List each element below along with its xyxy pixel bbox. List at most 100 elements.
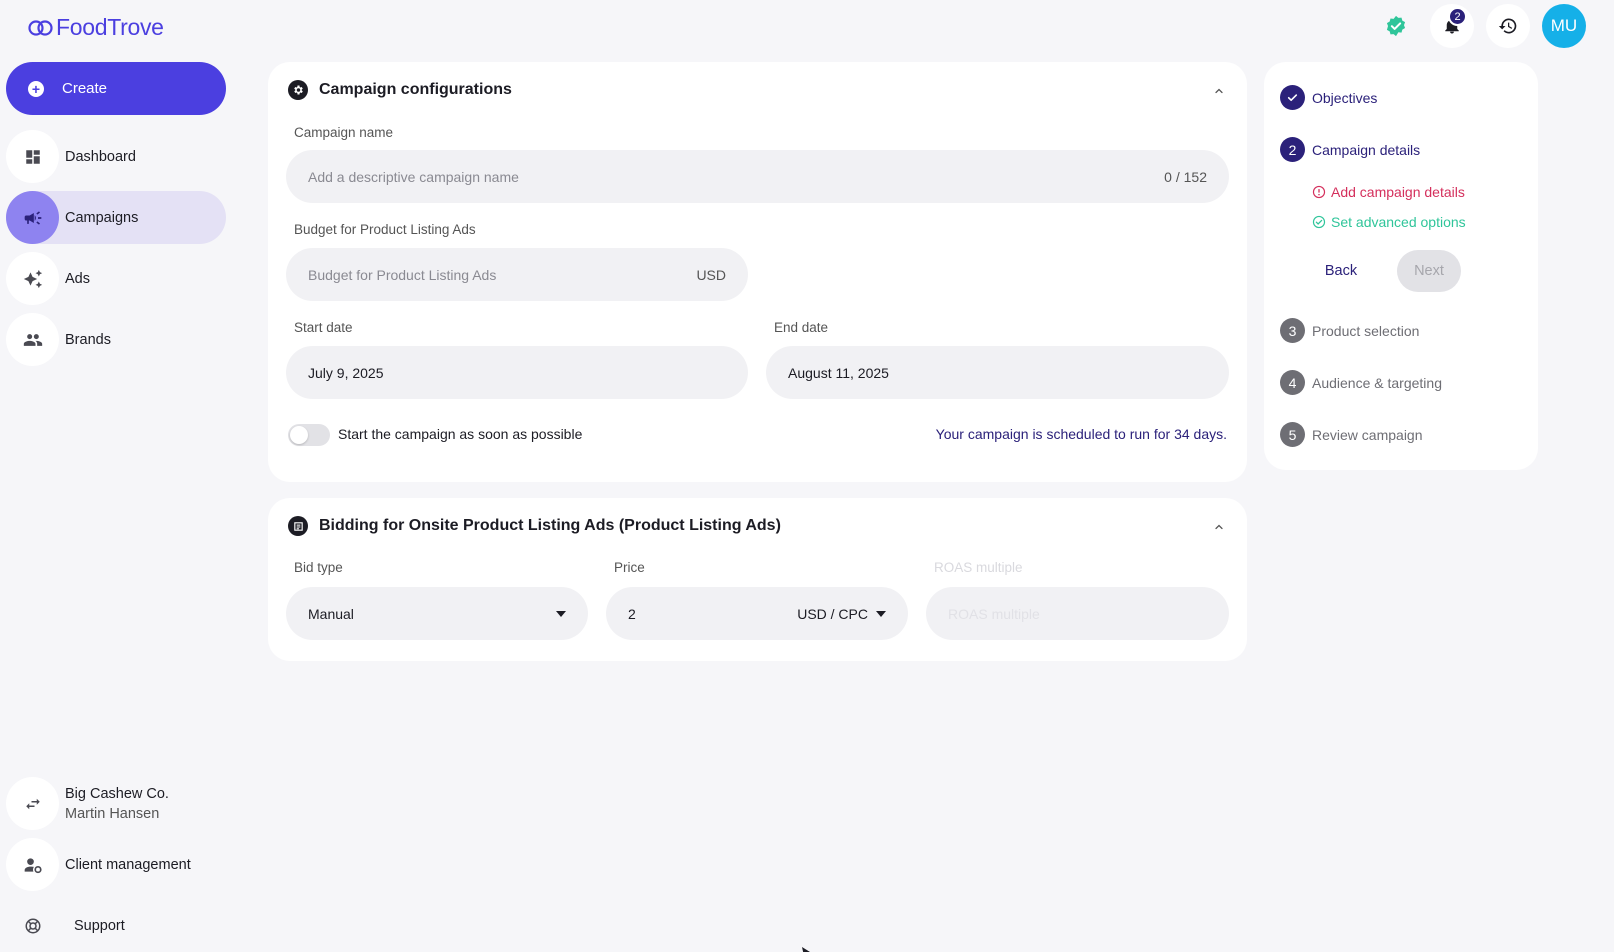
step-campaign-details[interactable]: 2 Campaign details: [1280, 137, 1420, 162]
app-logo[interactable]: FoodTrove: [28, 14, 164, 41]
budget-input[interactable]: Budget for Product Listing Ads USD: [286, 248, 748, 301]
substep-set-advanced-options[interactable]: Set advanced options: [1312, 214, 1466, 230]
campaign-name-input[interactable]: Add a descriptive campaign name 0 / 152: [286, 150, 1229, 203]
sidebar-item-campaigns[interactable]: Campaigns: [6, 191, 226, 244]
substep-label: Add campaign details: [1331, 184, 1465, 200]
step-number: 3: [1280, 318, 1305, 343]
caret-down-icon: [556, 610, 566, 617]
step-label: Review campaign: [1312, 426, 1423, 443]
notifications-button[interactable]: 2: [1430, 4, 1474, 48]
step-label: Product selection: [1312, 322, 1420, 339]
account-user: Martin Hansen: [65, 805, 160, 822]
step-audience-targeting[interactable]: 4 Audience & targeting: [1280, 370, 1442, 395]
create-label: Create: [62, 80, 108, 97]
toggle-knob: [290, 426, 308, 444]
step-label: Audience & targeting: [1312, 374, 1442, 391]
alert-circle-icon: [1312, 185, 1326, 199]
account-company: Big Cashew Co.: [65, 785, 169, 802]
create-button[interactable]: + Create: [6, 62, 226, 115]
gear-icon: [288, 80, 308, 100]
collapse-chevron-icon[interactable]: [1213, 520, 1225, 536]
price-unit: USD / CPC: [797, 605, 868, 622]
schedule-note: Your campaign is scheduled to run for 34…: [935, 426, 1227, 442]
top-actions: 2 MU: [1374, 4, 1586, 48]
start-date-picker[interactable]: July 9, 2025: [286, 346, 748, 399]
campaign-configurations-card: Campaign configurations Campaign name Ad…: [268, 62, 1247, 482]
campaign-name-label: Campaign name: [294, 125, 394, 140]
step-objectives[interactable]: Objectives: [1280, 85, 1377, 110]
price-unit-select[interactable]: USD / CPC: [797, 606, 886, 622]
budget-currency: USD: [696, 266, 726, 283]
step-product-selection[interactable]: 3 Product selection: [1280, 318, 1419, 343]
sidebar-item-label: Brands: [65, 331, 111, 348]
card-title: Bidding for Onsite Product Listing Ads (…: [319, 517, 781, 534]
dashboard-icon: [6, 130, 59, 183]
progress-stepper: Objectives 2 Campaign details Add campai…: [1264, 62, 1538, 470]
roas-placeholder: ROAS multiple: [948, 605, 1040, 622]
budget-placeholder: Budget for Product Listing Ads: [308, 266, 497, 283]
step-number: 4: [1280, 370, 1305, 395]
back-button[interactable]: Back: [1314, 250, 1368, 292]
roas-label: ROAS multiple: [934, 560, 1023, 575]
substep-label: Set advanced options: [1331, 214, 1466, 230]
step-label: Campaign details: [1312, 141, 1421, 158]
price-input[interactable]: 2 USD / CPC: [606, 587, 908, 640]
end-date-label: End date: [774, 320, 829, 335]
caret-down-icon: [876, 610, 886, 617]
campaign-name-placeholder: Add a descriptive campaign name: [308, 168, 519, 185]
budget-label: Budget for Product Listing Ads: [294, 222, 476, 237]
sidebar-item-support[interactable]: Support: [6, 899, 226, 952]
substep-add-campaign-details[interactable]: Add campaign details: [1312, 184, 1465, 200]
notification-count-badge: 2: [1448, 7, 1467, 26]
sidebar-item-label: Campaigns: [65, 209, 139, 226]
next-button[interactable]: Next: [1397, 250, 1461, 292]
roas-input[interactable]: ROAS multiple: [926, 587, 1229, 640]
sidebar-item-ads[interactable]: Ads: [6, 252, 226, 305]
price-label: Price: [614, 560, 645, 575]
checkmark-icon: [1280, 85, 1305, 110]
logo-text: FoodTrove: [56, 14, 164, 40]
verified-badge-icon: [1386, 15, 1406, 37]
megaphone-icon: [6, 191, 59, 244]
history-button[interactable]: [1486, 4, 1530, 48]
start-date-label: Start date: [294, 320, 353, 335]
verified-status-button[interactable]: [1374, 4, 1418, 48]
start-asap-toggle[interactable]: [288, 424, 330, 446]
sidebar-item-label: Dashboard: [65, 148, 136, 165]
document-icon: [288, 516, 308, 536]
account-switcher[interactable]: Big Cashew Co. Martin Hansen: [6, 777, 226, 830]
mouse-cursor-icon: [802, 943, 812, 952]
bid-type-label: Bid type: [294, 560, 343, 575]
sidebar-item-dashboard[interactable]: Dashboard: [6, 130, 226, 183]
lifebuoy-icon: [6, 899, 59, 952]
end-date-value: August 11, 2025: [788, 364, 889, 381]
check-circle-icon: [1312, 215, 1326, 229]
sidebar-item-label: Client management: [65, 856, 191, 873]
swap-icon: [6, 777, 59, 830]
start-asap-label: Start the campaign as soon as possible: [338, 426, 583, 442]
sidebar-item-label: Support: [74, 917, 125, 934]
bid-type-value: Manual: [308, 605, 354, 622]
collapse-chevron-icon[interactable]: [1213, 84, 1225, 100]
price-value: 2: [628, 605, 636, 622]
card-header: Bidding for Onsite Product Listing Ads (…: [288, 516, 781, 536]
start-date-value: July 9, 2025: [308, 364, 384, 381]
step-review-campaign[interactable]: 5 Review campaign: [1280, 422, 1423, 447]
logo-mark-icon: [28, 19, 54, 37]
sparkle-icon: [6, 252, 59, 305]
character-counter: 0 / 152: [1164, 168, 1207, 185]
bid-type-select[interactable]: Manual: [286, 587, 588, 640]
sidebar-item-brands[interactable]: Brands: [6, 313, 226, 366]
step-number: 5: [1280, 422, 1305, 447]
sidebar-item-client-management[interactable]: Client management: [6, 838, 226, 891]
history-icon: [1498, 18, 1517, 34]
user-avatar[interactable]: MU: [1542, 4, 1586, 48]
bidding-card: Bidding for Onsite Product Listing Ads (…: [268, 498, 1247, 661]
card-header: Campaign configurations: [288, 80, 512, 100]
end-date-picker[interactable]: August 11, 2025: [766, 346, 1229, 399]
step-number: 2: [1280, 137, 1305, 162]
card-title: Campaign configurations: [319, 81, 512, 98]
user-gear-icon: [6, 838, 59, 891]
sidebar-item-label: Ads: [65, 270, 90, 287]
plus-icon: +: [28, 80, 44, 97]
